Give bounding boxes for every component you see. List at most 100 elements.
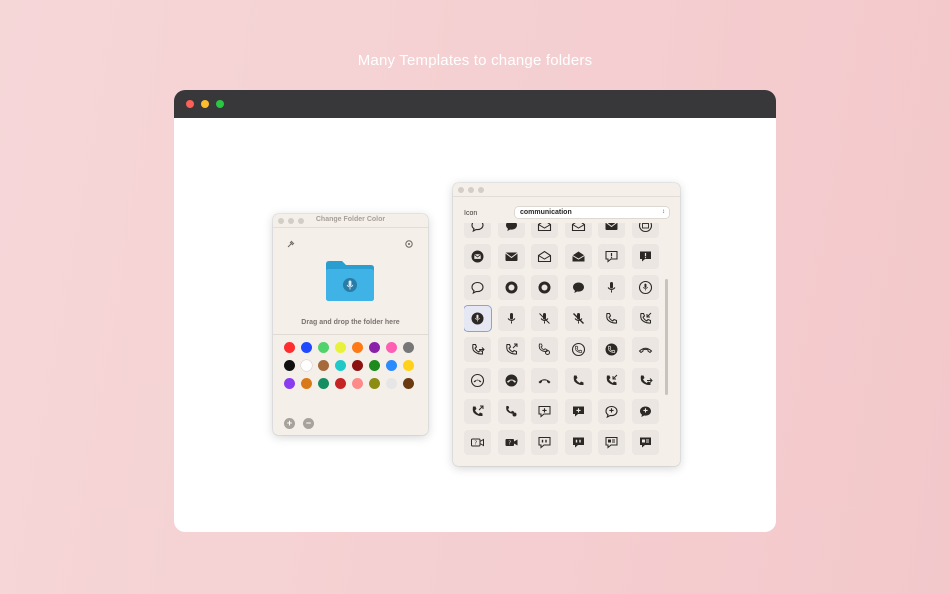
icon-cell[interactable] — [598, 306, 625, 331]
icon-cell[interactable] — [497, 223, 525, 238]
picker-minimize-button[interactable] — [468, 187, 474, 193]
icon-cell[interactable] — [464, 368, 491, 393]
color-swatch[interactable] — [403, 360, 414, 371]
icon-cell[interactable] — [564, 306, 592, 331]
icon-cell[interactable] — [631, 399, 659, 424]
settings-icon[interactable] — [404, 239, 414, 249]
color-swatch[interactable] — [403, 342, 414, 353]
icon-cell[interactable] — [564, 275, 592, 300]
icon-cell[interactable] — [497, 337, 525, 362]
pin-icon[interactable] — [286, 239, 296, 249]
close-button[interactable] — [186, 100, 194, 108]
icon-cell[interactable] — [497, 399, 525, 424]
icon-cell[interactable] — [598, 223, 625, 238]
icon-cell[interactable] — [464, 337, 491, 362]
color-swatch[interactable] — [403, 378, 414, 389]
icon-cell[interactable] — [631, 430, 659, 455]
icon-cell[interactable]: ? — [497, 430, 525, 455]
icon-cell[interactable] — [531, 430, 558, 455]
icon-cell[interactable] — [631, 275, 659, 300]
icon-cell[interactable] — [531, 244, 558, 269]
color-swatch[interactable] — [369, 378, 380, 389]
phone-arrow-down-left-icon — [639, 312, 651, 324]
color-swatch[interactable] — [284, 342, 295, 353]
color-swatch[interactable] — [352, 378, 363, 389]
color-swatch[interactable] — [318, 342, 329, 353]
icon-cell[interactable] — [531, 275, 558, 300]
color-swatch[interactable] — [352, 342, 363, 353]
icon-cell[interactable] — [464, 399, 491, 424]
color-swatch[interactable] — [301, 360, 312, 371]
icon-cell[interactable] — [598, 337, 625, 362]
icon-cell[interactable] — [564, 368, 592, 393]
color-swatch[interactable] — [369, 360, 380, 371]
icon-cell[interactable] — [598, 275, 625, 300]
phone-connection-icon — [538, 343, 550, 355]
color-swatch[interactable] — [335, 378, 346, 389]
icon-cell[interactable] — [564, 430, 592, 455]
color-swatch[interactable] — [369, 342, 380, 353]
icon-cell[interactable] — [531, 368, 558, 393]
minimize-button[interactable] — [201, 100, 209, 108]
change-folder-color-window: Change Folder Color Drag and drop the fo… — [273, 214, 428, 435]
icon-cell[interactable] — [631, 223, 659, 238]
icon-cell[interactable] — [564, 244, 592, 269]
icon-cell[interactable] — [531, 223, 558, 238]
color-swatch[interactable] — [386, 360, 397, 371]
icon-cell[interactable] — [531, 337, 558, 362]
window-titlebar — [174, 90, 776, 118]
icon-cell[interactable] — [464, 244, 491, 269]
color-swatch[interactable] — [284, 378, 295, 389]
bubble-circle-fill-icon — [538, 281, 551, 294]
icon-cell[interactable] — [564, 223, 592, 238]
picker-close-button[interactable] — [458, 187, 464, 193]
icon-cell[interactable] — [531, 399, 558, 424]
folder-preview[interactable] — [324, 258, 376, 304]
icon-cell[interactable] — [497, 306, 525, 331]
icon-cell[interactable] — [464, 275, 491, 300]
zoom-button[interactable] — [216, 100, 224, 108]
envelope-fill-icon — [605, 223, 618, 230]
color-swatch[interactable] — [318, 378, 329, 389]
icon-cell[interactable] — [631, 368, 659, 393]
icon-cell[interactable] — [598, 430, 625, 455]
icon-cell[interactable] — [497, 368, 525, 393]
icon-grid-viewport[interactable]: ?? — [464, 223, 664, 457]
icon-cell[interactable] — [531, 306, 558, 331]
color-swatch[interactable] — [335, 360, 346, 371]
remove-color-button[interactable]: − — [303, 418, 314, 429]
icon-cell[interactable] — [598, 368, 625, 393]
icon-cell[interactable]: ? — [464, 430, 491, 455]
icon-cell[interactable] — [564, 399, 592, 424]
color-swatch[interactable] — [318, 360, 329, 371]
scrollbar[interactable] — [665, 279, 668, 395]
color-swatch[interactable] — [335, 342, 346, 353]
icon-cell[interactable] — [631, 244, 659, 269]
plus-bubble-round-fill-icon — [639, 406, 651, 417]
icon-cell[interactable] — [497, 244, 525, 269]
icon-cell[interactable] — [464, 306, 491, 331]
icon-cell[interactable] — [598, 244, 625, 269]
color-swatch[interactable] — [301, 342, 312, 353]
color-swatch[interactable] — [386, 378, 397, 389]
phone-arrow-right-icon — [472, 343, 485, 355]
icon-cell[interactable] — [631, 337, 659, 362]
envelope-circle-fill-icon — [471, 250, 484, 263]
mic-icon — [507, 313, 515, 324]
icon-cell[interactable] — [631, 306, 659, 331]
phone-connection-fill-icon — [505, 406, 516, 417]
add-color-button[interactable]: + — [284, 418, 295, 429]
picker-zoom-button[interactable] — [478, 187, 484, 193]
icon-cell[interactable] — [564, 337, 592, 362]
panel-title: Change Folder Color — [315, 216, 386, 223]
color-swatch[interactable] — [352, 360, 363, 371]
plus-bubble-icon — [538, 405, 551, 418]
color-swatch[interactable] — [301, 378, 312, 389]
color-swatch[interactable] — [386, 342, 397, 353]
category-select[interactable]: communication ↕ — [515, 207, 669, 218]
video-question-fill-icon: ? — [505, 439, 517, 447]
icon-cell[interactable] — [497, 275, 525, 300]
icon-cell[interactable] — [464, 223, 491, 238]
color-swatch[interactable] — [284, 360, 295, 371]
icon-cell[interactable] — [598, 399, 625, 424]
